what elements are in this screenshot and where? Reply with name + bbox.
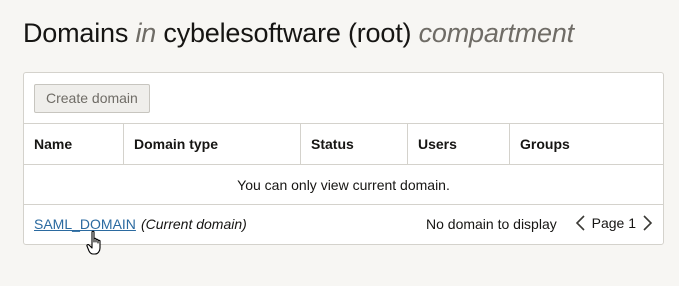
title-in: in [135,18,157,48]
column-header-users[interactable]: Users [408,124,510,164]
table-footer: SAML_DOMAIN (Current domain) No domain t… [24,205,663,243]
table-header: Name Domain type Status Users Groups [24,124,663,165]
toolbar: Create domain [24,73,663,124]
title-tenancy: cybelesoftware (root) [163,18,412,48]
column-header-name[interactable]: Name [24,124,124,164]
title-compartment: compartment [418,18,575,48]
current-domain-note: (Current domain) [141,216,247,232]
column-header-status[interactable]: Status [301,124,408,164]
chevron-left-icon[interactable] [573,213,589,233]
page-title: Domains in cybelesoftware (root) compart… [23,18,574,49]
create-domain-button[interactable]: Create domain [34,84,150,113]
title-domains: Domains [23,18,129,48]
current-domain-link[interactable]: SAML_DOMAIN [34,216,136,232]
domains-panel: Create domain Name Domain type Status Us… [23,72,664,245]
chevron-right-icon[interactable] [639,213,655,233]
empty-message: You can only view current domain. [24,165,663,205]
no-domain-text: No domain to display [426,216,557,232]
pagination: Page 1 [573,213,655,233]
column-header-domain-type[interactable]: Domain type [124,124,301,164]
column-header-groups[interactable]: Groups [510,124,663,164]
page-indicator: Page 1 [591,215,636,231]
hand-pointer-cursor-icon [86,230,106,256]
